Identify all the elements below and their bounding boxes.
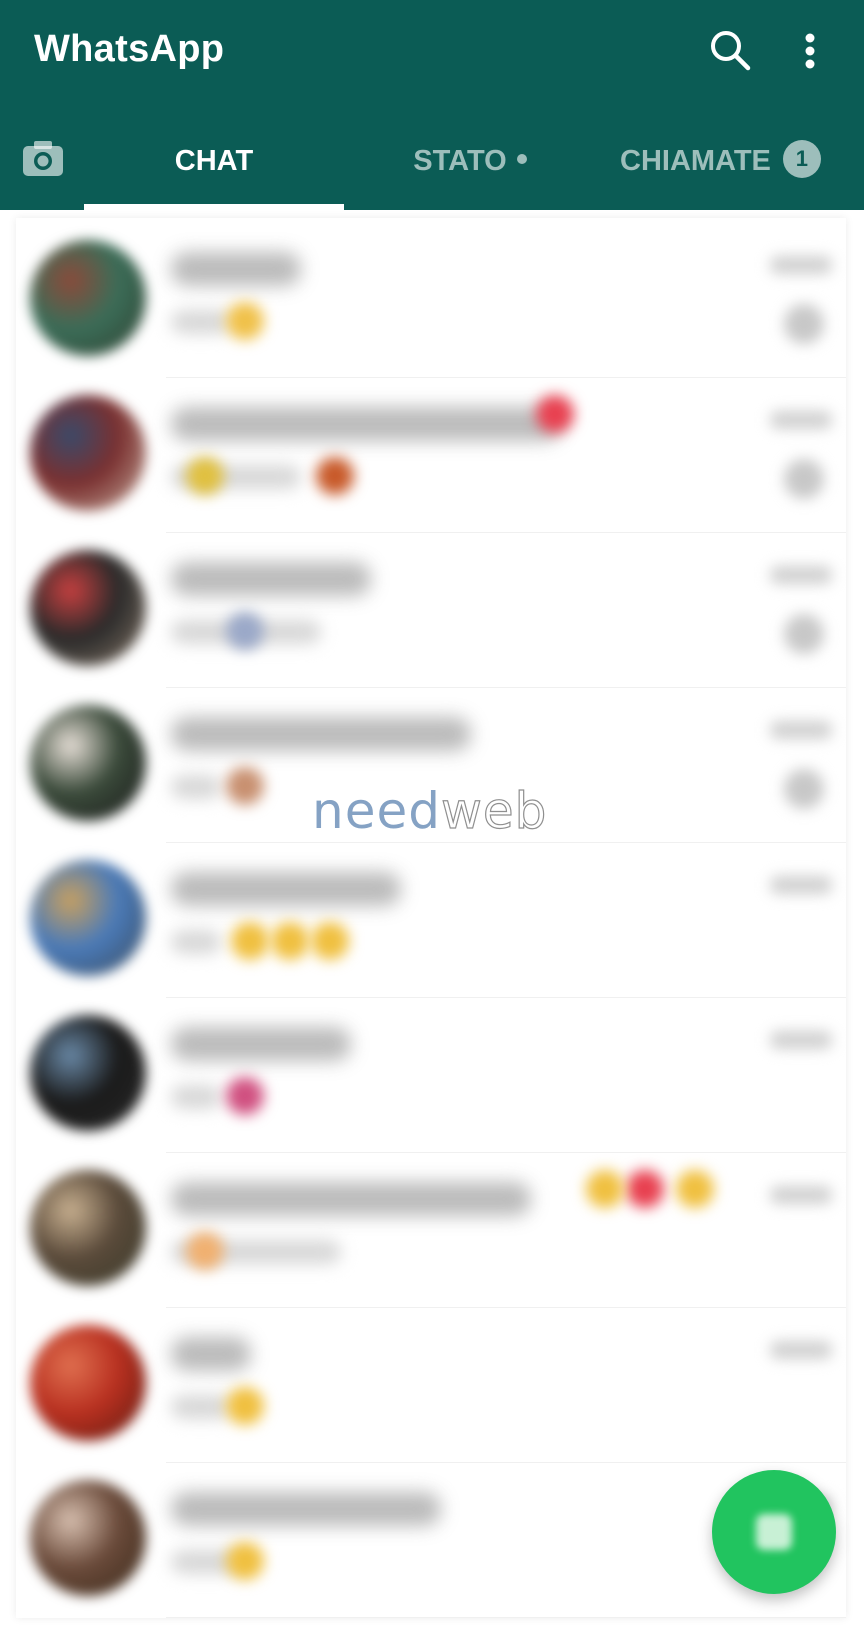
emoji-blurred: [311, 922, 349, 960]
emoji-blurred: [226, 1542, 264, 1580]
contact-avatar[interactable]: [30, 550, 146, 666]
watermark: needweb: [312, 781, 548, 840]
contact-name-blurred: [171, 872, 401, 906]
last-message-blurred: [171, 930, 221, 954]
timestamp-blurred: [770, 566, 832, 584]
contact-name-blurred: [171, 1182, 531, 1216]
muted-icon: [784, 614, 824, 654]
camera-icon: [23, 141, 63, 176]
chat-list-item[interactable]: [16, 373, 846, 533]
contact-name-blurred: [171, 717, 471, 751]
last-message-blurred: [171, 1085, 221, 1109]
contact-avatar[interactable]: [30, 860, 146, 976]
timestamp-blurred: [770, 1031, 832, 1049]
contact-avatar[interactable]: [30, 1325, 146, 1441]
muted-icon: [784, 459, 824, 499]
contact-avatar[interactable]: [30, 240, 146, 356]
tab-chat[interactable]: CHAT: [84, 136, 344, 186]
timestamp-blurred: [770, 876, 832, 894]
emoji-blurred: [316, 457, 354, 495]
emoji-blurred: [226, 302, 264, 340]
watermark-part-1: need: [312, 782, 441, 840]
emoji-blurred: [626, 1170, 664, 1208]
emoji-blurred: [536, 395, 574, 433]
missed-calls-badge: 1: [782, 140, 821, 179]
contact-name-blurred: [171, 252, 301, 286]
emoji-blurred: [186, 1232, 224, 1270]
search-button[interactable]: [705, 26, 755, 76]
active-tab-indicator: [84, 204, 344, 210]
contact-name-blurred: [171, 1492, 441, 1526]
muted-icon: [784, 304, 824, 344]
tab-status-label: STATO: [413, 145, 507, 177]
new-chat-button[interactable]: [712, 1470, 836, 1594]
tab-chat-label: CHAT: [174, 145, 254, 177]
emoji-blurred: [226, 1387, 264, 1425]
watermark-part-2: web: [440, 781, 548, 840]
search-icon: [711, 31, 751, 71]
more-options-button[interactable]: [792, 26, 828, 76]
contact-avatar[interactable]: [30, 1170, 146, 1286]
timestamp-blurred: [770, 721, 832, 739]
app-title: WhatsApp: [34, 28, 225, 70]
emoji-blurred: [586, 1170, 624, 1208]
muted-icon: [784, 769, 824, 809]
emoji-blurred: [676, 1170, 714, 1208]
contact-avatar[interactable]: [30, 395, 146, 511]
emoji-blurred: [226, 767, 264, 805]
top-app-bar: WhatsApp CHAT STATO CHIAMATE 1: [0, 0, 864, 210]
tab-calls-label: CHIAMATE: [620, 145, 771, 177]
last-message-blurred: [171, 775, 221, 799]
timestamp-blurred: [770, 411, 832, 429]
camera-tab[interactable]: [18, 134, 68, 184]
chat-list-item[interactable]: [16, 1148, 846, 1308]
timestamp-blurred: [770, 256, 832, 274]
row-divider: [166, 1617, 846, 1618]
emoji-blurred: [271, 922, 309, 960]
contact-name-blurred: [171, 407, 561, 441]
tab-status[interactable]: STATO: [400, 136, 540, 186]
emoji-blurred: [226, 612, 264, 650]
last-message-blurred: [171, 1395, 231, 1419]
emoji-blurred: [186, 457, 224, 495]
contact-avatar[interactable]: [30, 1480, 146, 1596]
chat-list-item[interactable]: [16, 993, 846, 1153]
last-message-blurred: [171, 310, 231, 334]
contact-name-blurred: [171, 1337, 251, 1371]
emoji-blurred: [231, 922, 269, 960]
contact-avatar[interactable]: [30, 705, 146, 821]
tab-calls[interactable]: CHIAMATE 1: [620, 136, 852, 186]
chat-list[interactable]: [16, 218, 846, 1618]
status-update-dot: [516, 154, 527, 165]
contact-name-blurred: [171, 1027, 351, 1061]
timestamp-blurred: [770, 1186, 832, 1204]
timestamp-blurred: [770, 1341, 832, 1359]
chat-list-item[interactable]: [16, 838, 846, 998]
new-chat-icon: [756, 1514, 792, 1550]
chat-list-item[interactable]: [16, 1303, 846, 1463]
more-vert-icon: [805, 33, 815, 69]
emoji-blurred: [226, 1077, 264, 1115]
contact-name-blurred: [171, 562, 371, 596]
chat-list-item[interactable]: [16, 528, 846, 688]
chat-list-item[interactable]: [16, 218, 846, 378]
contact-avatar[interactable]: [30, 1015, 146, 1131]
